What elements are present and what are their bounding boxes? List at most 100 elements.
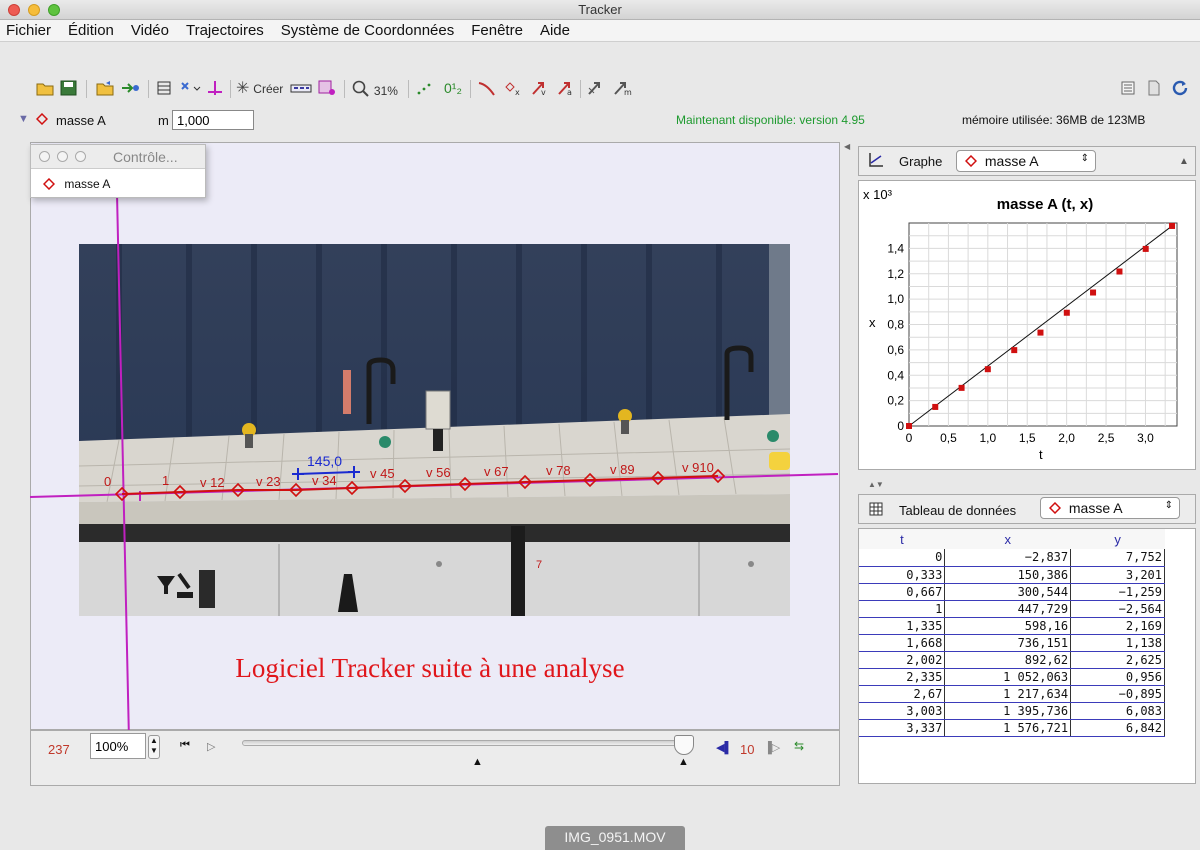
- table-cell[interactable]: 2,67: [859, 685, 946, 703]
- split-left-icon[interactable]: ◀: [844, 142, 850, 151]
- position-marker-icon[interactable]: x: [504, 80, 522, 99]
- menu-aide[interactable]: Aide: [540, 22, 570, 39]
- split-arrows-icon[interactable]: ▲▼: [868, 480, 884, 489]
- step-back-icon[interactable]: ◀▌: [716, 741, 732, 754]
- menu-fenetre[interactable]: Fenêtre: [471, 22, 523, 39]
- data-point[interactable]: [958, 384, 965, 391]
- clip-settings-icon[interactable]: [156, 80, 172, 99]
- table-cell[interactable]: 1 395,736: [944, 702, 1072, 720]
- table-row[interactable]: 2,67 1 217,634 −0,895: [859, 685, 1165, 703]
- vector-sum-icon[interactable]: m: [612, 80, 632, 99]
- step-forward-icon[interactable]: ▐▷: [764, 741, 780, 754]
- data-point[interactable]: [1037, 329, 1044, 336]
- notes-icon[interactable]: [1120, 80, 1136, 99]
- data-point[interactable]: [1169, 222, 1176, 229]
- table-row[interactable]: 0,333 150,386 3,201: [859, 566, 1165, 584]
- data-point[interactable]: [1011, 347, 1018, 354]
- data-point[interactable]: [906, 423, 912, 429]
- data-point[interactable]: [1142, 245, 1149, 252]
- video-filename-tab[interactable]: IMG_0951.MOV: [545, 826, 685, 850]
- table-row[interactable]: 2,002 892,62 2,625: [859, 651, 1165, 669]
- track-control-icon[interactable]: [290, 80, 312, 99]
- table-cell[interactable]: 2,169: [1070, 617, 1165, 635]
- table-cell[interactable]: 736,151: [944, 634, 1072, 652]
- table-cell[interactable]: 3,003: [859, 702, 946, 720]
- table-row[interactable]: 2,335 1 052,063 0,956: [859, 668, 1165, 686]
- table-cell[interactable]: 6,842: [1070, 719, 1165, 737]
- position-graph[interactable]: 0 0,5 1,0 1,5 2,0 2,5 3,0 0 0,2 0,4 0,6 0,8 1,0 1,2 1…: [859, 181, 1197, 471]
- table-cell[interactable]: 1 217,634: [944, 685, 1072, 703]
- autotracker-icon[interactable]: [318, 80, 336, 99]
- play-icon[interactable]: ▷: [207, 740, 215, 753]
- data-point[interactable]: [932, 403, 939, 410]
- velocity-vector-icon[interactable]: v: [530, 80, 548, 99]
- data-table-panel[interactable]: t x y 0 −2,837 7,752 0,333 150,386 3,201 0,667…: [858, 528, 1196, 784]
- menu-trajectoires[interactable]: Trajectoires: [186, 22, 264, 39]
- table-cell[interactable]: 2,335: [859, 668, 946, 686]
- go-to-start-icon[interactable]: ⏮: [180, 739, 190, 752]
- import-icon[interactable]: [120, 80, 140, 99]
- control-window[interactable]: Contrôle... masse A: [30, 144, 206, 198]
- table-cell[interactable]: 150,386: [944, 566, 1072, 584]
- table-row[interactable]: 0,667 300,544 −1,259: [859, 583, 1165, 601]
- table-cell[interactable]: 1: [859, 600, 946, 618]
- table-cell[interactable]: 598,16: [944, 617, 1072, 635]
- table-cell[interactable]: 1,668: [859, 634, 946, 652]
- properties-icon[interactable]: [1146, 80, 1162, 99]
- column-header-y[interactable]: y: [1070, 529, 1165, 549]
- table-row[interactable]: 1,668 736,151 1,138: [859, 634, 1165, 652]
- video-zoom-field[interactable]: [90, 733, 146, 759]
- video-frame[interactable]: [79, 244, 790, 616]
- menu-video[interactable]: Vidéo: [131, 22, 169, 39]
- open-project-icon[interactable]: [96, 80, 114, 99]
- step-size[interactable]: 10: [740, 742, 754, 757]
- path-line-icon[interactable]: [478, 80, 496, 99]
- table-row[interactable]: 1,335 598,16 2,169: [859, 617, 1165, 635]
- table-cell[interactable]: 3,337: [859, 719, 946, 737]
- coordinate-axes-icon[interactable]: [206, 80, 224, 99]
- trace-visibility-icon[interactable]: [416, 80, 434, 99]
- table-row[interactable]: 3,337 1 576,721 6,842: [859, 719, 1165, 737]
- refresh-icon[interactable]: [1172, 80, 1190, 99]
- data-table[interactable]: t x y 0 −2,837 7,752 0,333 150,386 3,201 0,667…: [859, 529, 1165, 737]
- graph-track-selector[interactable]: masse A ⇕: [956, 150, 1096, 172]
- graph-panel[interactable]: 0 0,5 1,0 1,5 2,0 2,5 3,0 0 0,2 0,4 0,6 0,8 1,0 1,2 1…: [858, 180, 1196, 470]
- loop-icon[interactable]: ⇆: [794, 739, 804, 753]
- track-name-button[interactable]: masse A: [56, 113, 106, 128]
- open-folder-icon[interactable]: [36, 80, 54, 99]
- table-cell[interactable]: 1 576,721: [944, 719, 1072, 737]
- table-cell[interactable]: 6,083: [1070, 702, 1165, 720]
- table-row[interactable]: 0 −2,837 7,752: [859, 549, 1165, 567]
- table-cell[interactable]: 7,752: [1070, 549, 1165, 567]
- table-cell[interactable]: −0,895: [1070, 685, 1165, 703]
- table-cell[interactable]: 3,201: [1070, 566, 1165, 584]
- table-cell[interactable]: −2,564: [1070, 600, 1165, 618]
- zoom-button[interactable]: 31%: [352, 80, 398, 99]
- data-point[interactable]: [1116, 268, 1123, 275]
- menu-systeme-coordonnees[interactable]: Système de Coordonnées: [281, 22, 454, 39]
- menu-edition[interactable]: Édition: [68, 22, 114, 39]
- update-available-link[interactable]: Maintenant disponible: version 4.95: [676, 113, 865, 127]
- column-header-x[interactable]: x: [944, 529, 1071, 549]
- acceleration-vector-icon[interactable]: a: [556, 80, 574, 99]
- table-cell[interactable]: 300,544: [944, 583, 1072, 601]
- table-cell[interactable]: 1,335: [859, 617, 946, 635]
- table-cell[interactable]: 2,002: [859, 651, 946, 669]
- data-point[interactable]: [1063, 309, 1070, 316]
- table-row[interactable]: 3,003 1 395,736 6,083: [859, 702, 1165, 720]
- control-minimize-button[interactable]: [57, 151, 68, 162]
- track-menu-arrow-icon[interactable]: ▼: [18, 113, 29, 125]
- zoom-stepper[interactable]: ▲ ▼: [148, 735, 160, 759]
- control-zoom-button[interactable]: [75, 151, 86, 162]
- table-cell[interactable]: 1,138: [1070, 634, 1165, 652]
- control-track-item[interactable]: masse A: [42, 177, 110, 191]
- table-cell[interactable]: −2,837: [944, 549, 1072, 567]
- mass-field[interactable]: [172, 110, 254, 130]
- table-cell[interactable]: 892,62: [944, 651, 1072, 669]
- table-cell[interactable]: 447,729: [944, 600, 1072, 618]
- frame-slider[interactable]: [242, 740, 686, 746]
- table-cell[interactable]: 0: [859, 549, 946, 567]
- table-cell[interactable]: 1 052,063: [944, 668, 1072, 686]
- end-frame-marker-icon[interactable]: ▲: [678, 756, 689, 768]
- start-frame-marker-icon[interactable]: ▲: [472, 756, 483, 768]
